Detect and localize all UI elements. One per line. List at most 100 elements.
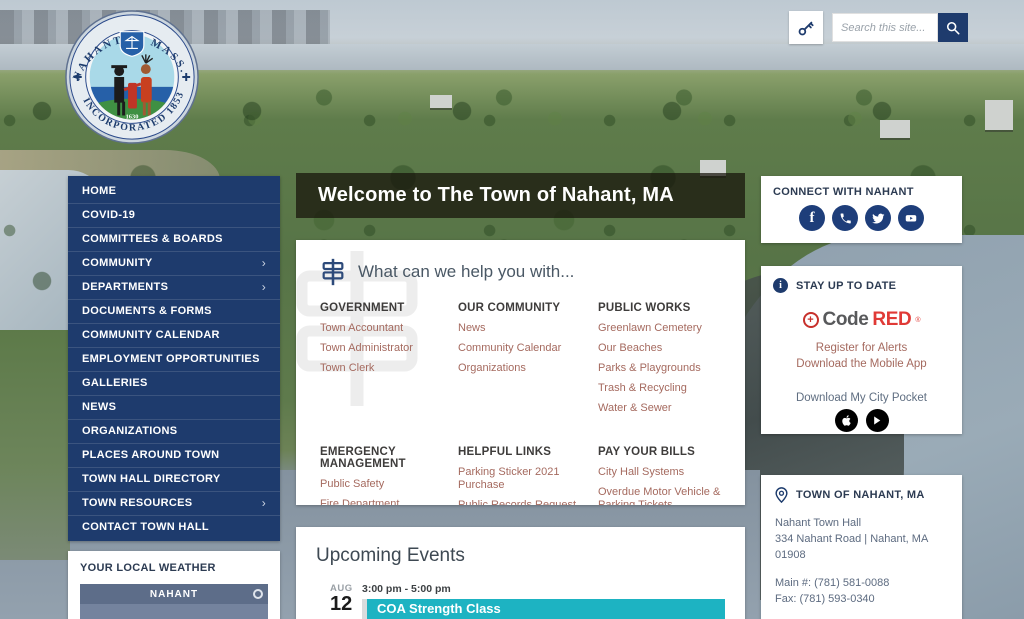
help-link[interactable]: Fire Department xyxy=(320,498,458,505)
login-key-button[interactable] xyxy=(789,11,823,44)
sidebar-item-contact-town-hall[interactable]: CONTACT TOWN HALL xyxy=(68,516,280,539)
sidebar-item-label: COMMUNITY CALENDAR xyxy=(82,329,220,341)
help-link[interactable]: Public Safety xyxy=(320,478,458,491)
registered-mark: ® xyxy=(915,317,920,324)
help-link[interactable]: City Hall Systems xyxy=(598,466,745,479)
stay-title: STAY UP TO DATE xyxy=(796,280,896,292)
contact-line: Nahant Town Hall xyxy=(775,515,948,531)
gear-icon[interactable] xyxy=(253,589,263,599)
sidebar-item-committees-boards[interactable]: COMMITTEES & BOARDS xyxy=(68,228,280,252)
event-name[interactable]: COA Strength Class xyxy=(362,599,725,619)
chevron-right-icon: › xyxy=(262,258,266,268)
sidebar-item-label: DOCUMENTS & FORMS xyxy=(82,305,212,317)
event-list-item[interactable]: AUG 12 3:00 pm - 5:00 pm COA Strength Cl… xyxy=(316,583,725,619)
site-search xyxy=(832,13,968,42)
house xyxy=(985,100,1013,130)
weather-title: YOUR LOCAL WEATHER xyxy=(80,562,268,574)
help-column-our-community: OUR COMMUNITY News Community Calendar Or… xyxy=(458,302,598,422)
help-link[interactable]: Town Accountant xyxy=(320,322,458,335)
welcome-banner: Welcome to The Town of Nahant, MA xyxy=(296,173,745,218)
search-input[interactable] xyxy=(832,13,938,42)
sidebar-item-label: ORGANIZATIONS xyxy=(82,425,177,437)
signpost-icon xyxy=(320,258,346,286)
help-column-pay-your-bills: PAY YOUR BILLS City Hall Systems Overdue… xyxy=(598,446,745,505)
help-column-title: EMERGENCY MANAGEMENT xyxy=(320,446,430,470)
sidebar-item-employment-opportunities[interactable]: EMPLOYMENT OPPORTUNITIES xyxy=(68,348,280,372)
location-pin-icon xyxy=(775,487,788,503)
sidebar-item-town-hall-directory[interactable]: TOWN HALL DIRECTORY xyxy=(68,468,280,492)
sidebar-item-town-resources[interactable]: TOWN RESOURCES› xyxy=(68,492,280,516)
google-play-icon[interactable] xyxy=(866,409,889,432)
help-link[interactable]: News xyxy=(458,322,598,335)
help-link[interactable]: Overdue Motor Vehicle & Parking Tickets xyxy=(598,486,723,505)
help-link[interactable]: Public Records Request Form xyxy=(458,499,598,505)
weather-location: NAHANT xyxy=(150,589,198,600)
youtube-icon[interactable] xyxy=(898,205,924,231)
connect-card: CONNECT WITH NAHANT f xyxy=(761,176,962,243)
chevron-right-icon: › xyxy=(262,498,266,508)
search-button[interactable] xyxy=(938,13,968,42)
help-link[interactable]: Greenlawn Cemetery xyxy=(598,322,745,335)
sidebar-item-label: TOWN HALL DIRECTORY xyxy=(82,473,221,485)
house xyxy=(880,120,910,138)
sidebar-item-news[interactable]: NEWS xyxy=(68,396,280,420)
help-link[interactable]: Parks & Playgrounds xyxy=(598,362,745,375)
help-links-grid: GOVERNMENT Town Accountant Town Administ… xyxy=(320,302,723,505)
help-card: What can we help you with... GOVERNMENT … xyxy=(296,240,745,505)
sidebar-item-label: HOME xyxy=(82,185,116,197)
stay-up-to-date-card: i STAY UP TO DATE + CodeRED® Register fo… xyxy=(761,266,962,434)
twitter-icon[interactable] xyxy=(865,205,891,231)
weather-widget: NAHANT xyxy=(80,584,268,619)
page-title: Welcome to The Town of Nahant, MA xyxy=(296,184,674,207)
codered-logo[interactable]: + CodeRED® xyxy=(773,309,950,331)
apple-app-store-icon[interactable] xyxy=(835,409,858,432)
help-link[interactable]: Town Administrator xyxy=(320,342,458,355)
sidebar-item-places-around-town[interactable]: PLACES AROUND TOWN xyxy=(68,444,280,468)
contact-line: Fax: (781) 593-0340 xyxy=(775,591,948,607)
help-link[interactable]: Our Beaches xyxy=(598,342,745,355)
weather-widget-body xyxy=(80,604,268,619)
sidebar-item-label: EMPLOYMENT OPPORTUNITIES xyxy=(82,353,260,365)
info-icon: i xyxy=(773,278,788,293)
sidebar-item-label: COMMITTEES & BOARDS xyxy=(82,233,223,245)
help-column-title: GOVERNMENT xyxy=(320,302,458,314)
sidebar-item-label: NEWS xyxy=(82,401,116,413)
codered-text-red: RED xyxy=(872,309,911,331)
help-link[interactable]: Water & Sewer xyxy=(598,402,745,415)
city-pocket-label: Download My City Pocket xyxy=(773,392,950,404)
help-link[interactable]: Community Calendar xyxy=(458,342,598,355)
event-day: 12 xyxy=(330,594,358,614)
sidebar-item-home[interactable]: HOME xyxy=(68,180,280,204)
event-time: 3:00 pm - 5:00 pm xyxy=(362,583,725,595)
sidebar-item-organizations[interactable]: ORGANIZATIONS xyxy=(68,420,280,444)
search-icon xyxy=(946,21,960,35)
help-link[interactable]: Trash & Recycling xyxy=(598,382,745,395)
local-weather-card: YOUR LOCAL WEATHER NAHANT xyxy=(68,551,280,619)
sidebar-item-galleries[interactable]: GALLERIES xyxy=(68,372,280,396)
weather-widget-header: NAHANT xyxy=(80,584,268,604)
page: 1630 NAHANT MASS. INCORPORATED 1853 xyxy=(0,0,1024,619)
sidebar-item-label: DEPARTMENTS xyxy=(82,281,168,293)
sidebar-item-departments[interactable]: DEPARTMENTS› xyxy=(68,276,280,300)
register-for-alerts-link[interactable]: Register for Alerts xyxy=(773,340,950,356)
help-column-emergency-management: EMERGENCY MANAGEMENT Public Safety Fire … xyxy=(320,446,458,505)
town-seal-logo[interactable]: 1630 NAHANT MASS. INCORPORATED 1853 xyxy=(63,8,201,146)
help-column-public-works: PUBLIC WORKS Greenlawn Cemetery Our Beac… xyxy=(598,302,745,422)
phone-icon[interactable] xyxy=(832,205,858,231)
download-mobile-app-link[interactable]: Download the Mobile App xyxy=(773,356,950,372)
contact-line: Main #: (781) 581-0088 xyxy=(775,575,948,591)
sidebar-item-community[interactable]: COMMUNITY› xyxy=(68,252,280,276)
help-column-title: OUR COMMUNITY xyxy=(458,302,598,314)
codered-cross-icon: + xyxy=(803,312,819,328)
sidebar-item-community-calendar[interactable]: COMMUNITY CALENDAR xyxy=(68,324,280,348)
help-title: What can we help you with... xyxy=(358,262,574,282)
seal-year: 1630 xyxy=(126,113,139,120)
help-link[interactable]: Parking Sticker 2021 Purchase xyxy=(458,466,598,492)
help-link[interactable]: Organizations xyxy=(458,362,598,375)
facebook-icon[interactable]: f xyxy=(799,205,825,231)
sidebar-item-covid-19[interactable]: COVID-19 xyxy=(68,204,280,228)
key-icon xyxy=(797,19,815,37)
connect-title: CONNECT WITH NAHANT xyxy=(773,186,950,198)
help-link[interactable]: Town Clerk xyxy=(320,362,458,375)
sidebar-item-documents-forms[interactable]: DOCUMENTS & FORMS xyxy=(68,300,280,324)
